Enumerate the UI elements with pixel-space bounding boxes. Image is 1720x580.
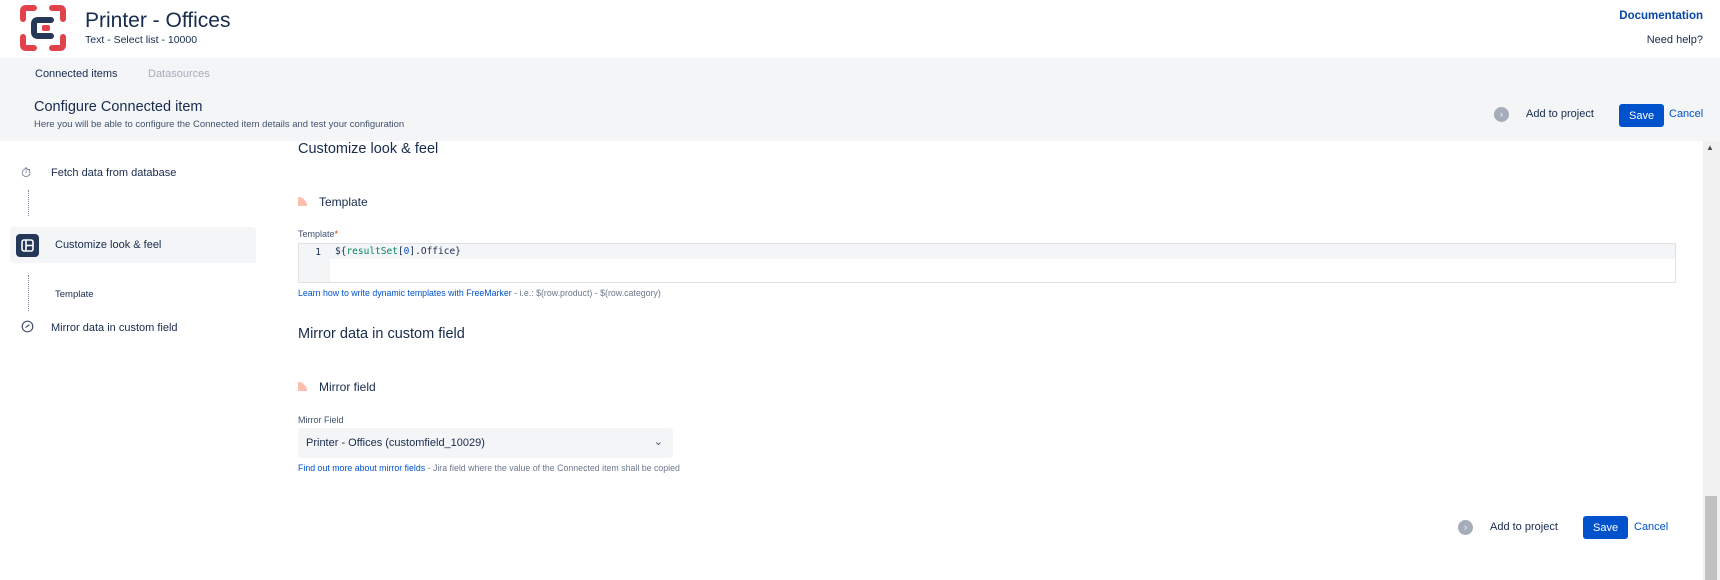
template-help: Learn how to write dynamic templates wit…: [298, 288, 661, 298]
mirror-field-select[interactable]: Printer - Offices (customfield_10029) ⌄: [298, 428, 673, 458]
line-number: 1: [315, 247, 321, 258]
code-token: ${: [335, 246, 347, 257]
mirror-help-text: - Jira field where the value of the Conn…: [425, 463, 680, 473]
step-connector: [28, 190, 29, 216]
substep-template[interactable]: Template: [55, 289, 94, 300]
cancel-link[interactable]: Cancel: [1669, 108, 1703, 120]
mirror-subsection-label: Mirror field: [319, 380, 376, 394]
step-customize[interactable]: Customize look & feel: [55, 239, 161, 251]
editor-gutter: 1: [299, 244, 330, 282]
add-to-project-link[interactable]: Add to project: [1526, 108, 1594, 120]
need-help-link[interactable]: Need help?: [1647, 34, 1703, 46]
mirror-field-label: Mirror Field: [298, 415, 344, 425]
config-subtitle: Here you will be able to configure the C…: [34, 119, 405, 130]
mirror-help: Find out more about mirror fields - Jira…: [298, 463, 680, 473]
check-circle-icon: [21, 320, 34, 336]
code-token: resultSet: [346, 246, 398, 257]
app-subtitle: Text - Select list - 10000: [85, 34, 198, 46]
app-logo: [20, 5, 66, 51]
app-header: Printer - Offices Text - Select list - 1…: [0, 0, 1720, 58]
editor-active-line: [330, 244, 1675, 259]
scroll-up-arrow-icon[interactable]: ▲: [1706, 143, 1714, 152]
config-header: Configure Connected item Here you will b…: [0, 89, 1720, 141]
customize-section-title: Customize look & feel: [298, 141, 439, 157]
step-connector: [28, 275, 29, 311]
template-subsection-label: Template: [319, 195, 368, 209]
tab-connected-items[interactable]: Connected items: [35, 68, 118, 80]
chevron-down-icon: ⌄: [653, 436, 663, 448]
save-button[interactable]: Save: [1619, 104, 1665, 127]
step-fetch-data[interactable]: Fetch data from database: [51, 167, 176, 179]
add-to-project-icon[interactable]: ›: [1458, 520, 1473, 535]
freemarker-docs-link[interactable]: Learn how to write dynamic templates wit…: [298, 288, 512, 298]
scrollbar-thumb[interactable]: [1705, 496, 1717, 580]
mirror-subsection: Mirror field: [298, 380, 376, 394]
template-code[interactable]: ${resultSet[0].Office}: [335, 246, 461, 257]
code-token: ].Office}: [409, 246, 461, 257]
template-code-editor[interactable]: 1 ${resultSet[0].Office}: [298, 243, 1676, 283]
save-button-footer[interactable]: Save: [1583, 516, 1629, 539]
layout-icon: [16, 234, 39, 257]
template-field-label: Template*: [298, 229, 338, 239]
tab-datasources[interactable]: Datasources: [148, 68, 210, 80]
section-marker-icon: [298, 197, 307, 207]
tabs-bar: Connected items Datasources: [0, 58, 1720, 89]
section-marker-icon: [298, 382, 307, 392]
template-label-text: Template: [298, 229, 335, 239]
config-title: Configure Connected item: [34, 99, 203, 115]
mirror-fields-docs-link[interactable]: Find out more about mirror fields: [298, 463, 425, 473]
template-help-text: - i.e.: $(row.product) - $(row.category): [511, 288, 661, 298]
stopwatch-icon: ⏱: [21, 165, 32, 180]
add-to-project-icon[interactable]: ›: [1494, 107, 1509, 122]
required-mark: *: [334, 229, 339, 239]
mirror-field-value: Printer - Offices (customfield_10029): [306, 437, 485, 449]
add-to-project-link-footer[interactable]: Add to project: [1490, 521, 1558, 533]
app-title: Printer - Offices: [85, 9, 231, 32]
documentation-link[interactable]: Documentation: [1619, 10, 1703, 22]
mirror-section-title: Mirror data in custom field: [298, 326, 465, 342]
cancel-link-footer[interactable]: Cancel: [1634, 521, 1668, 533]
template-subsection: Template: [298, 195, 368, 209]
step-mirror-data[interactable]: Mirror data in custom field: [51, 322, 178, 334]
